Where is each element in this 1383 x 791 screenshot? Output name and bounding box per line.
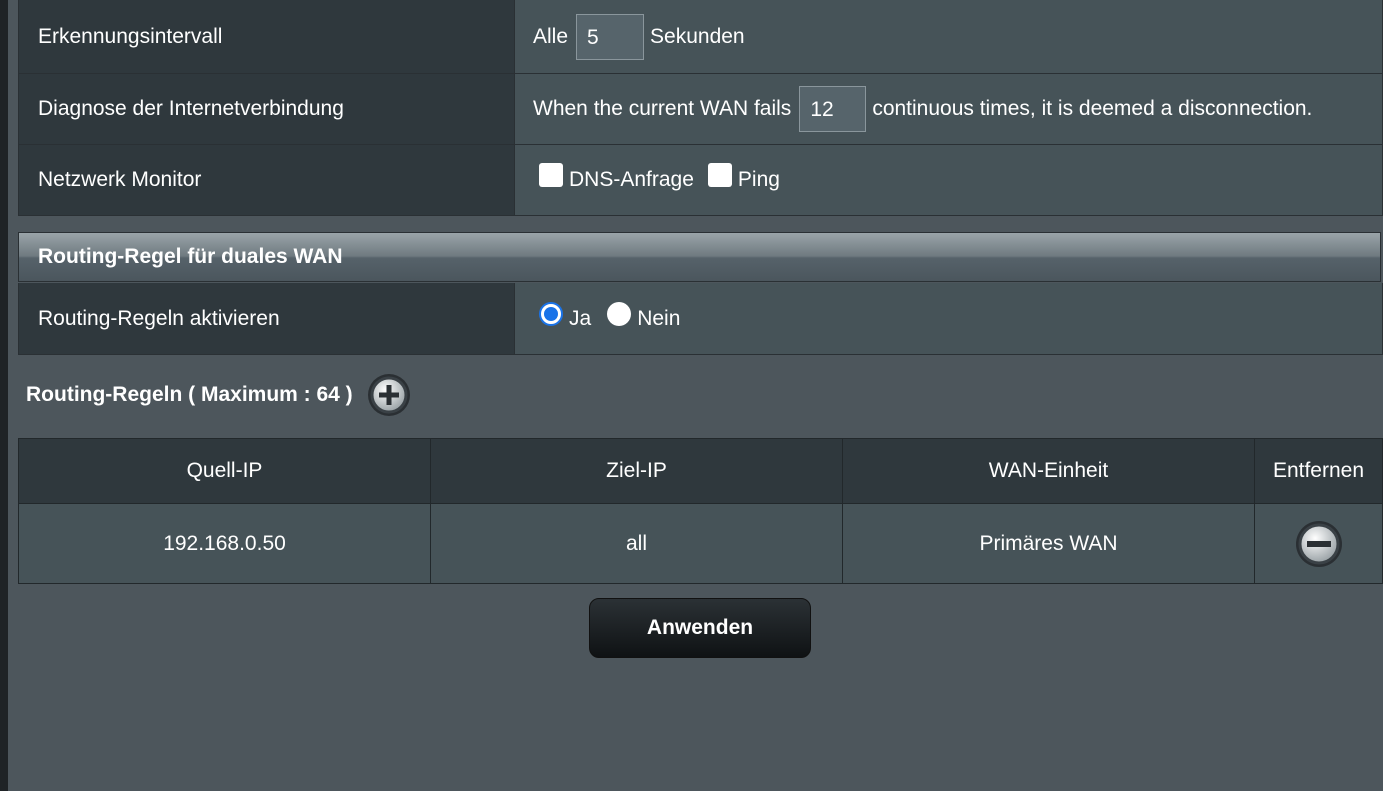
remove-circle-icon[interactable]	[1294, 519, 1344, 569]
cell-dest-ip: all	[430, 503, 843, 584]
column-header-source-ip: Quell-IP	[18, 438, 431, 504]
cell-source-ip: 192.168.0.50	[18, 503, 431, 584]
interval-label: Erkennungsintervall	[19, 0, 515, 73]
routing-no-radio[interactable]	[607, 301, 632, 326]
routing-enable-value-cell: Ja Nein	[515, 283, 1382, 354]
routing-no-label: Nein	[637, 306, 681, 330]
diagnosis-label: Diagnose der Internetverbindung	[19, 74, 515, 144]
column-header-dest-ip: Ziel-IP	[430, 438, 843, 504]
routing-rules-header-row: Quell-IP Ziel-IP WAN-Einheit Entfernen	[18, 438, 1383, 504]
apply-button[interactable]: Anwenden	[589, 598, 811, 658]
routing-enable-row: Routing-Regeln aktivieren Ja Nein	[18, 283, 1383, 355]
diagnosis-suffix: continuous times, it is deemed a disconn…	[872, 97, 1313, 120]
diagnosis-prefix: When the current WAN fails	[533, 97, 792, 120]
routing-enable-table: Routing-Regeln aktivieren Ja Nein	[18, 283, 1383, 355]
network-monitor-value-cell: DNS-Anfrage Ping	[515, 145, 1382, 215]
dns-query-label: DNS-Anfrage	[569, 168, 694, 191]
network-monitor-row: Netzwerk Monitor DNS-Anfrage Ping	[18, 145, 1383, 216]
interval-prefix: Alle	[533, 24, 569, 48]
interval-suffix: Sekunden	[650, 24, 745, 48]
interval-input[interactable]: 5	[576, 13, 645, 60]
interval-value-cell: Alle 5 Sekunden	[515, 0, 1382, 73]
interval-row: Erkennungsintervall Alle 5 Sekunden	[18, 0, 1383, 74]
column-header-wan-unit: WAN-Einheit	[842, 438, 1255, 504]
routing-yes-radio[interactable]	[539, 301, 563, 326]
diagnosis-row: Diagnose der Internetverbindung When the…	[18, 74, 1383, 145]
column-header-remove: Entfernen	[1254, 438, 1383, 504]
routing-yes-label: Ja	[569, 306, 592, 330]
left-border	[0, 0, 8, 791]
routing-enable-label: Routing-Regeln aktivieren	[19, 283, 515, 354]
cell-remove	[1254, 503, 1383, 584]
table-row: 192.168.0.50 all Primäres WAN	[18, 503, 1383, 584]
ping-label: Ping	[737, 168, 780, 191]
diagnosis-input[interactable]: 12	[799, 86, 867, 132]
add-circle-icon[interactable]	[367, 373, 411, 417]
routing-section-header: Routing-Regel für duales WAN	[18, 232, 1381, 282]
network-monitor-label: Netzwerk Monitor	[19, 145, 515, 215]
dual-wan-settings-page: Erkennungsintervall Alle 5 Sekunden Diag…	[8, 0, 1383, 791]
dns-query-checkbox[interactable]	[539, 163, 563, 187]
routing-rules-title-bar: Routing-Regeln ( Maximum : 64 )	[26, 370, 411, 420]
routing-rules-title: Routing-Regeln ( Maximum : 64 )	[26, 383, 353, 406]
routing-rules-table: Quell-IP Ziel-IP WAN-Einheit Entfernen 1…	[18, 438, 1383, 584]
diagnosis-value-cell: When the current WAN fails 12 continuous…	[515, 74, 1382, 144]
monitor-settings-table: Erkennungsintervall Alle 5 Sekunden Diag…	[18, 0, 1383, 216]
ping-checkbox[interactable]	[707, 163, 732, 187]
cell-wan-unit: Primäres WAN	[842, 503, 1255, 584]
